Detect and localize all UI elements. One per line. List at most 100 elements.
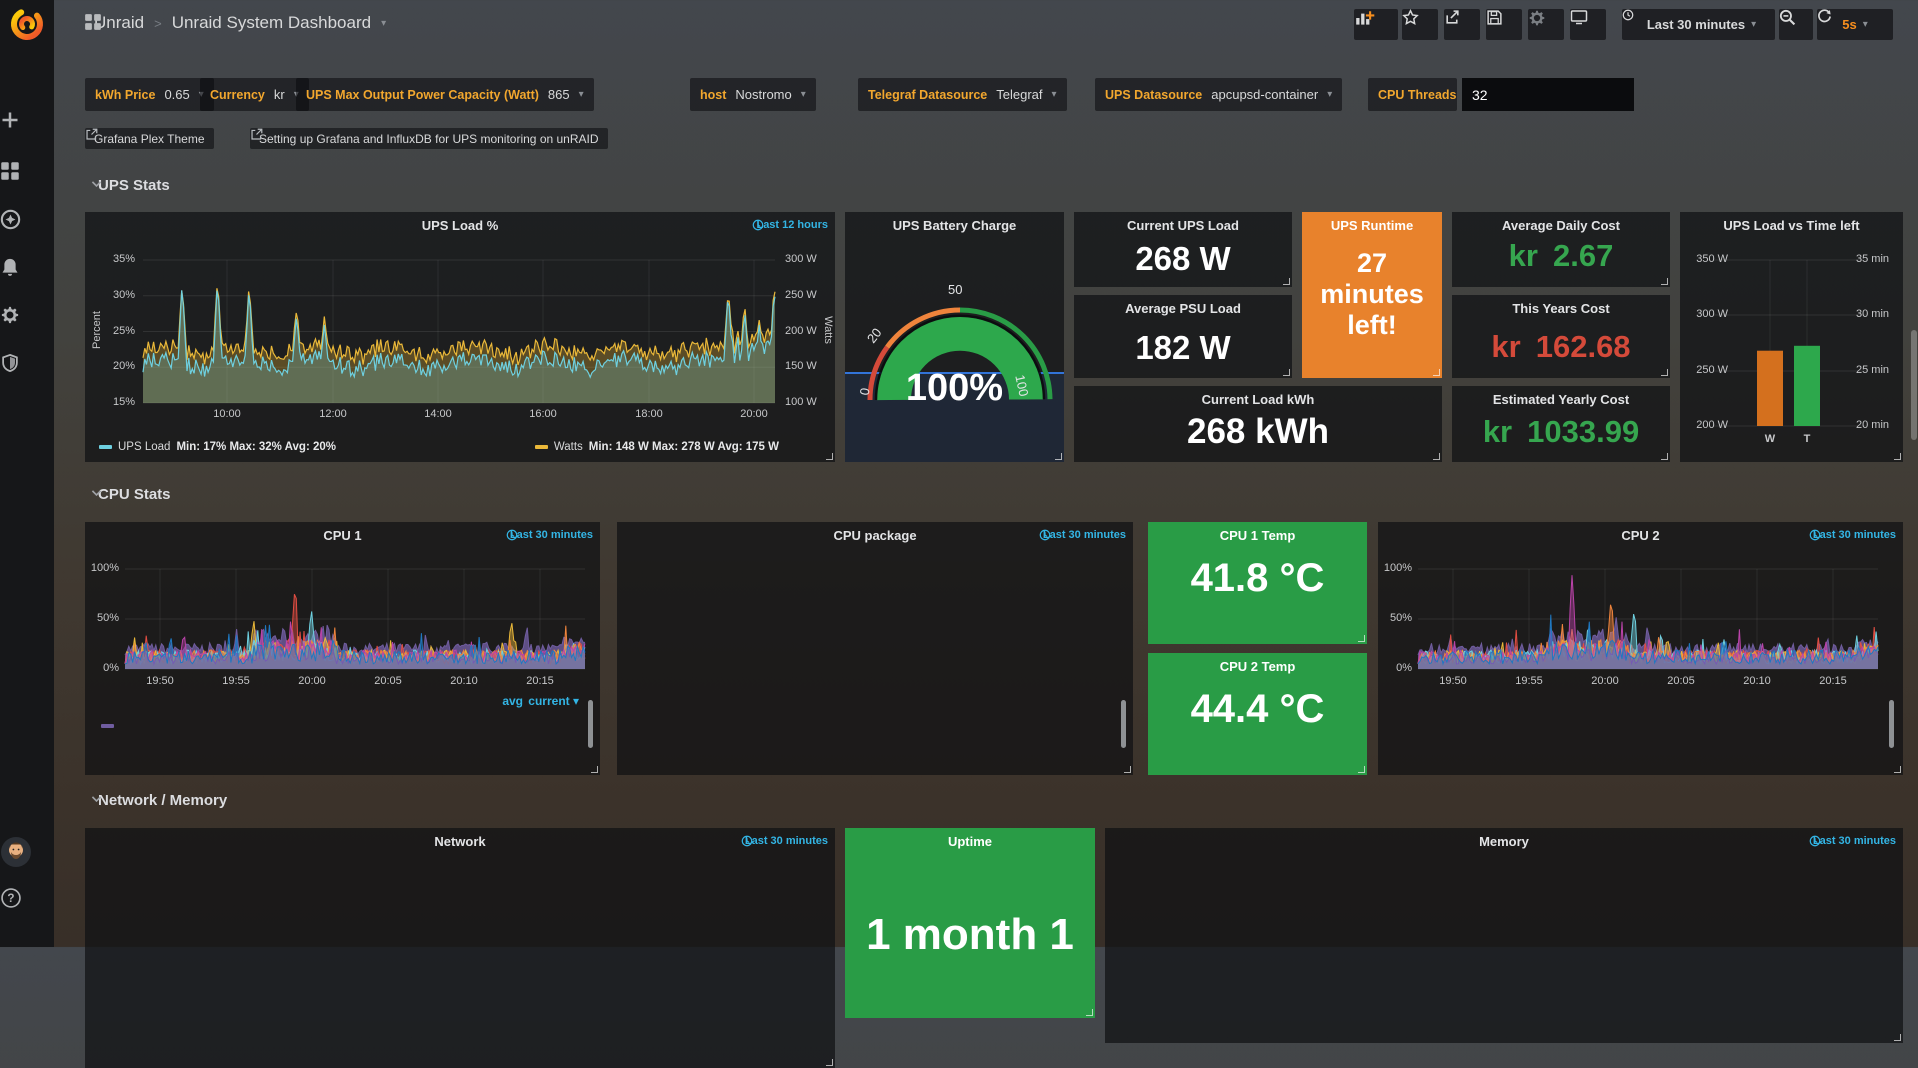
panel-time-range[interactable]: Last 30 minutes	[741, 835, 828, 847]
panel-title[interactable]: Average PSU Load	[1114, 301, 1252, 316]
page-scrollbar[interactable]	[1911, 330, 1917, 440]
section-network-memory[interactable]: Network / Memory	[90, 792, 227, 809]
legend-scrollbar[interactable]	[1889, 700, 1894, 748]
axis-tick: 0%	[1378, 662, 1412, 674]
variable-currency[interactable]: Currency kr▾	[200, 78, 309, 111]
variable-host[interactable]: host Nostromo▾	[690, 78, 816, 111]
variable-value[interactable]: apcupsd-container	[1211, 87, 1318, 102]
breadcrumb-separator: >	[154, 16, 162, 31]
panel-network: Network Last 30 minutes	[85, 828, 835, 1068]
stat-value: 268 kWh	[1074, 412, 1442, 452]
panel-title[interactable]: This Years Cost	[1492, 301, 1630, 316]
panel-time-range[interactable]: Last 12 hours	[752, 219, 828, 231]
zoom-out-button[interactable]	[1779, 9, 1813, 40]
variable-value[interactable]: kr	[274, 87, 285, 102]
section-ups-stats[interactable]: UPS Stats	[90, 177, 170, 194]
grafana-dashboard: { "app": { "breadcrumb_root": "Unraid", …	[0, 0, 1918, 947]
variable-value[interactable]: Telegraf	[996, 87, 1042, 102]
panel-title[interactable]: CPU 2 Temp	[1188, 659, 1327, 674]
variable-value[interactable]: 865	[548, 87, 570, 102]
variable-kwh-price[interactable]: kWh Price 0.65▾	[85, 78, 214, 111]
variable-value[interactable]: Nostromo	[735, 87, 791, 102]
panel-title[interactable]: CPU 1	[125, 528, 560, 543]
alerting-bell-icon[interactable]	[0, 257, 54, 293]
axis-tick: 20:10	[1735, 675, 1779, 687]
legend-scrollbar[interactable]	[588, 700, 593, 748]
star-dashboard-button[interactable]	[1402, 9, 1438, 40]
variable-telegraf-datasource[interactable]: Telegraf Datasource Telegraf▾	[858, 78, 1067, 111]
stat-value: kr2.67	[1452, 238, 1670, 274]
axis-tick: 350 W	[1682, 253, 1728, 265]
link-ups-monitoring-guide[interactable]: Setting up Grafana and InfluxDB for UPS …	[250, 128, 608, 149]
panel-time-range[interactable]: Last 30 minutes	[506, 529, 593, 541]
grafana-logo-icon[interactable]	[9, 6, 45, 42]
cpu2-chart	[1378, 522, 1903, 775]
axis-tick: 20:05	[1659, 675, 1703, 687]
link-grafana-plex-theme[interactable]: Grafana Plex Theme	[85, 128, 214, 149]
axis-tick: 100%	[85, 562, 119, 574]
panel-time-range[interactable]: Last 30 minutes	[1809, 835, 1896, 847]
cycle-view-monitor-button[interactable]	[1570, 9, 1606, 40]
panel-title[interactable]: Average Daily Cost	[1492, 218, 1630, 233]
panel-title[interactable]: UPS Battery Charge	[855, 218, 1054, 233]
panel-title[interactable]: UPS Load vs Time left	[1686, 218, 1897, 233]
save-dashboard-button[interactable]	[1486, 9, 1522, 40]
network-chart	[85, 828, 835, 1068]
explore-compass-icon[interactable]	[0, 209, 54, 245]
breadcrumb-current[interactable]: Unraid System Dashboard	[172, 13, 371, 33]
panel-avg-daily-cost: Average Daily Cost kr2.67	[1452, 212, 1670, 287]
panel-title[interactable]: Uptime	[885, 834, 1055, 849]
legend-item[interactable]: UPS LoadMin: 17% Max: 32% Avg: 20%	[99, 441, 336, 453]
variable-ups-datasource[interactable]: UPS Datasource apcupsd-container▾	[1095, 78, 1342, 111]
dashboards-icon[interactable]	[0, 161, 54, 197]
panel-title[interactable]: Network	[125, 834, 795, 849]
memory-chart	[1105, 828, 1903, 1043]
panel-title[interactable]: Estimated Yearly Cost	[1492, 392, 1630, 407]
panel-current-load-kwh: Current Load kWh 268 kWh	[1074, 386, 1442, 462]
cpu1-chart	[85, 522, 600, 775]
panel-title[interactable]: UPS Load %	[125, 218, 795, 233]
user-avatar[interactable]	[0, 836, 54, 872]
stat-value: 1 month 1	[845, 910, 1095, 960]
refresh-interval-label: 5s	[1842, 17, 1856, 32]
help-icon[interactable]: ?	[0, 887, 54, 923]
refresh-button[interactable]: 5s ▾	[1817, 9, 1893, 40]
axis-tick: 150 W	[785, 360, 831, 372]
panel-time-range[interactable]: Last 30 minutes	[1809, 529, 1896, 541]
svg-text:?: ?	[7, 892, 14, 905]
breadcrumb-caret-icon[interactable]: ▾	[381, 18, 386, 29]
panel-title[interactable]: Current Load kWh	[1114, 392, 1402, 407]
time-picker-button[interactable]: Last 30 minutes ▾	[1622, 9, 1775, 40]
axis-tick: T	[1797, 433, 1817, 445]
create-plus-icon[interactable]	[0, 110, 54, 146]
configuration-gear-icon[interactable]	[0, 305, 54, 341]
axis-tick: 300 W	[785, 253, 831, 265]
variable-value[interactable]: 0.65	[164, 87, 189, 102]
panel-title[interactable]: CPU 2	[1418, 528, 1863, 543]
external-link-icon	[85, 128, 98, 141]
axis-tick: 19:50	[1431, 675, 1475, 687]
legend-series-name: Watts	[554, 441, 583, 453]
server-admin-shield-icon[interactable]	[0, 353, 54, 389]
add-panel-button[interactable]	[1354, 9, 1398, 40]
panel-title[interactable]: Memory	[1145, 834, 1863, 849]
legend-scrollbar[interactable]	[1121, 700, 1126, 748]
section-title: UPS Stats	[98, 177, 170, 194]
variable-ups-max-power[interactable]: UPS Max Output Power Capacity (Watt) 865…	[296, 78, 594, 111]
axis-tick: 30%	[91, 289, 135, 301]
legend-sort-header[interactable]: current ▾	[509, 694, 579, 708]
axis-tick: 20:00	[730, 408, 778, 420]
panel-title[interactable]: CPU package	[657, 528, 1093, 543]
dashboard-settings-button[interactable]	[1528, 9, 1564, 40]
section-cpu-stats[interactable]: CPU Stats	[90, 486, 171, 503]
panel-title[interactable]: CPU 1 Temp	[1188, 528, 1327, 543]
panel-title[interactable]: UPS Runtime	[1308, 218, 1436, 233]
share-dashboard-button[interactable]	[1444, 9, 1480, 40]
panel-title[interactable]: Current UPS Load	[1114, 218, 1252, 233]
legend-item[interactable]: WattsMin: 148 W Max: 278 W Avg: 175 W	[535, 441, 779, 453]
axis-tick: 16:00	[519, 408, 567, 420]
cpu-threads-input[interactable]	[1462, 78, 1634, 111]
panel-ups-battery: UPS Battery Charge 0 20 50 100 100%	[845, 212, 1064, 462]
panel-time-range[interactable]: Last 30 minutes	[1039, 529, 1126, 541]
stat-value: 44.4 °C	[1148, 687, 1367, 732]
